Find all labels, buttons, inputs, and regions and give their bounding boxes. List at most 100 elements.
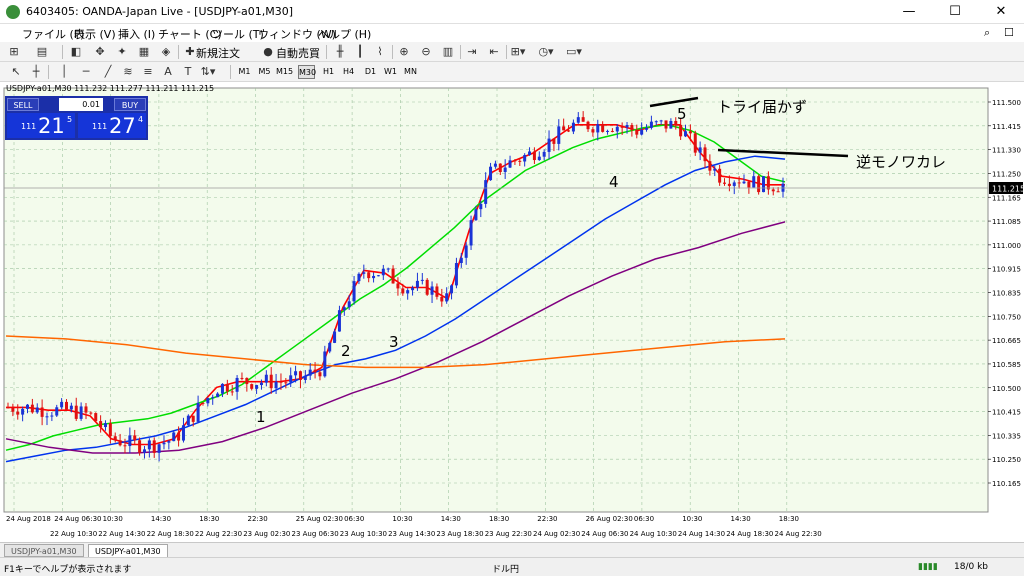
candle-body [401,288,405,294]
timeframe-h1[interactable]: H1 [320,65,337,79]
data-window-icon[interactable]: ✥ [92,44,108,60]
strategy-tester-icon[interactable]: ◈ [158,44,174,60]
chart-tab-2[interactable]: USDJPY-a01,M30 [88,544,168,557]
timeframe-d1[interactable]: D1 [362,65,379,79]
toolbar-separator [62,45,63,59]
candle-body [313,369,317,373]
arrows-icon[interactable]: ⇅▾ [200,64,216,80]
menu-help[interactable]: ヘルプ (H) [318,26,371,42]
candle-body [172,432,176,442]
plot-area [3,87,989,513]
timeframe-h4[interactable]: H4 [340,65,357,79]
text-label-tool-button[interactable]: T [180,64,196,80]
x-tick-label: 18:30 [489,515,509,523]
x-tick-label: 14:30 [151,515,171,523]
sell-button[interactable]: SELL [7,98,39,111]
bar-chart-icon[interactable]: ╫ [332,44,348,60]
buy-button[interactable]: BUY [114,98,146,111]
timeframe-m30[interactable]: M30 [298,65,316,79]
candle-body [74,405,78,419]
candle-body [591,129,595,133]
y-tick-label: 110.915 [992,266,1021,274]
fibonacci-icon[interactable]: ≡ [140,64,156,80]
candle-body [40,407,44,417]
zoom-in-icon[interactable]: ⊕ [396,44,412,60]
x-tick-label: 10:30 [392,515,412,523]
crosshair-icon[interactable]: ┼ [28,64,44,80]
line-chart-icon[interactable]: ⌇ [372,44,388,60]
chart-tabs-bar: USDJPY-a01,M30 USDJPY-a01,M30 [0,542,1024,557]
menu-insert[interactable]: 挿入 (I) [118,26,155,42]
candle-body [386,268,390,270]
candle-body [547,138,551,152]
menu-view[interactable]: 表示 (V) [74,26,116,42]
close-button[interactable]: ✕ [978,0,1024,24]
candle-body [713,168,717,171]
new-order-button[interactable]: 新規注文 [196,45,240,61]
x-tick-label: 14:30 [731,515,751,523]
chart-window[interactable]: 111.500 111.415 111.330 111.250 111.165 111.0… [0,82,1024,542]
timeframe-w1[interactable]: W1 [382,65,399,79]
ask-price-button[interactable]: 111 27 4 [78,113,146,138]
tile-windows-icon[interactable]: ▥ [440,44,456,60]
x-tick-label: 06:30 [344,515,364,523]
vertical-line-icon[interactable]: │ [56,64,72,80]
lot-size-input[interactable]: 0.01 [59,98,103,111]
market-watch-icon[interactable]: ◧ [68,44,84,60]
x-tick-label-secondary: 23 Aug 10:30 [340,530,387,538]
auto-scroll-icon[interactable]: ⇥ [464,44,480,60]
zoom-out-icon[interactable]: ⊖ [418,44,434,60]
trendline-icon[interactable]: ╱ [100,64,116,80]
candle-body [742,181,746,184]
connection-bars-icon[interactable]: ▮▮▮▮ [918,562,938,572]
candle-body [762,176,766,193]
cursor-icon[interactable]: ↖ [8,64,24,80]
candle-body [206,398,210,404]
candle-body [367,272,371,279]
candle-body [235,377,239,392]
auto-trade-icon[interactable]: ● [260,44,276,60]
traffic-indicator: 18/0 kb [954,562,988,572]
candle-body [289,375,293,383]
chart-shift-icon[interactable]: ⇤ [486,44,502,60]
periods-icon[interactable]: ◷▾ [538,44,554,60]
auto-trade-button[interactable]: 自動売買 [276,45,320,61]
toolbar-separator [506,45,507,59]
candle-body [435,286,439,297]
candle-body [298,371,302,380]
price-chart[interactable]: 111.500 111.415 111.330 111.250 111.165 111.0… [0,82,1024,542]
profiles-icon[interactable]: ▤ [34,44,50,60]
candle-body [357,273,361,282]
candle-body [586,121,590,130]
search-icon[interactable]: ⌕ [984,26,990,40]
timeframe-m5[interactable]: M5 [256,65,273,79]
timeframe-mn[interactable]: MN [402,65,419,79]
x-tick-label: 22:30 [537,515,557,523]
terminal-icon[interactable]: ▦ [136,44,152,60]
menu-tools[interactable]: ツール (T) [212,26,264,42]
minimize-button[interactable]: — [886,0,932,24]
text-tool-button[interactable]: A [160,64,176,80]
candle-body [464,245,468,258]
channel-icon[interactable]: ≋ [120,64,136,80]
candle-body [94,413,98,422]
bid-price-button[interactable]: 111 21 5 [7,113,75,138]
candle-body [333,331,337,343]
horizontal-line-icon[interactable]: ─ [78,64,94,80]
templates-icon[interactable]: ▭▾ [566,44,582,60]
candlestick-icon[interactable]: ┃ [352,44,368,60]
candle-body [489,166,493,181]
candle-body [664,120,668,129]
timeframe-m1[interactable]: M1 [236,65,253,79]
new-chart-icon[interactable]: ⊞ [6,44,22,60]
timeframe-m15[interactable]: M15 [276,65,293,79]
navigator-icon[interactable]: ✦ [114,44,130,60]
maximize-button[interactable]: ☐ [932,0,978,24]
chart-tab-1[interactable]: USDJPY-a01,M30 [4,544,84,557]
x-tick-label: 18:30 [779,515,799,523]
chat-icon[interactable]: ☐ [1004,26,1014,39]
indicators-icon[interactable]: ⊞▾ [510,44,526,60]
candle-body [723,182,727,184]
x-tick-label-secondary: 22 Aug 10:30 [50,530,97,538]
x-tick-label-secondary: 23 Aug 18:30 [436,530,483,538]
